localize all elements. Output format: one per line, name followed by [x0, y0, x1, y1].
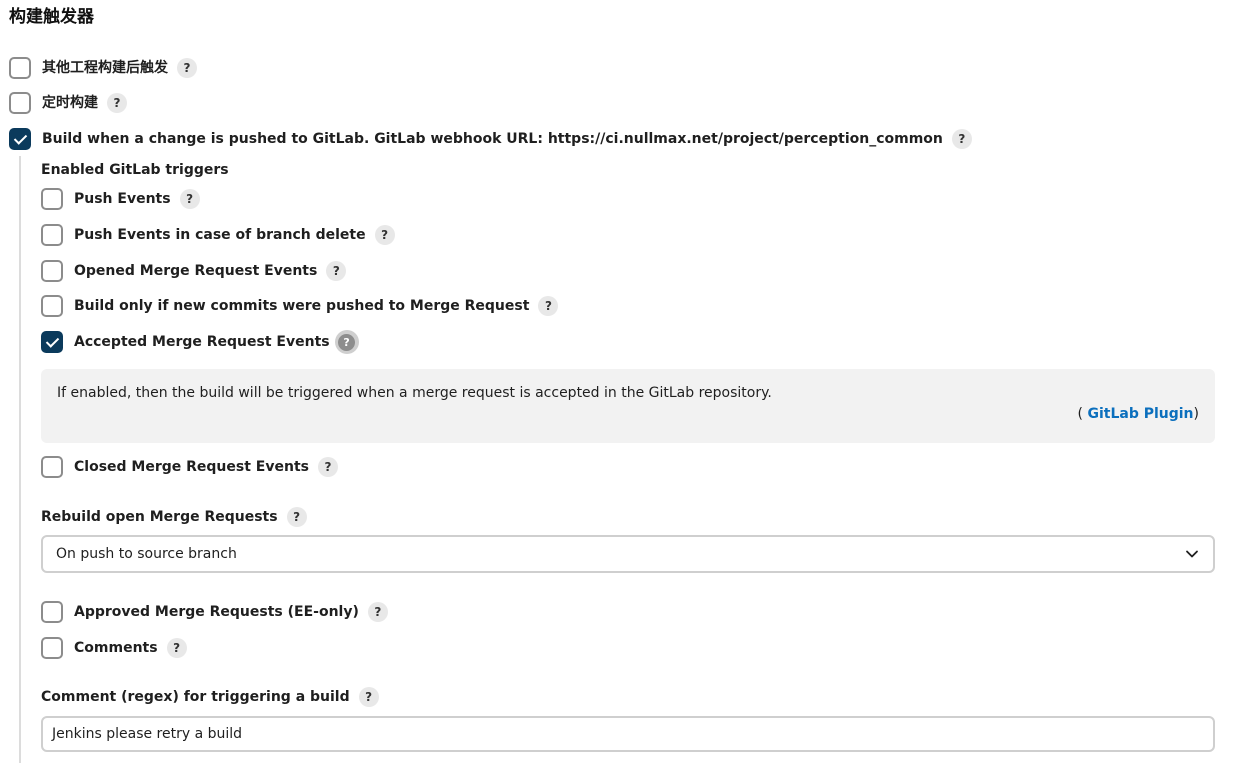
periodic-build-checkbox[interactable] [9, 92, 31, 114]
comments-checkbox[interactable] [41, 637, 63, 659]
approved-mr-label: Approved Merge Requests (EE-only) [74, 604, 359, 620]
rebuild-open-mr-heading: Rebuild open Merge Requests ? [41, 505, 307, 529]
other-project-label: 其他工程构建后触发 [42, 60, 168, 76]
gitlab-trigger-checkbox[interactable] [9, 128, 31, 150]
rebuild-selected-value: On push to source branch [56, 546, 237, 562]
gitlab-plugin-link[interactable]: GitLab Plugin [1087, 406, 1193, 422]
help-source: ( GitLab Plugin) [1078, 406, 1199, 422]
question-mark-icon[interactable]: ? [179, 189, 200, 209]
help-source-close: ) [1193, 406, 1199, 422]
comments-label: Comments [74, 640, 158, 656]
rebuild-open-mr-label: Rebuild open Merge Requests [41, 509, 278, 525]
question-mark-icon[interactable]: ? [367, 602, 388, 622]
push-events-row: Push Events ? [41, 187, 200, 211]
build-new-commits-checkbox[interactable] [41, 295, 63, 317]
question-mark-icon[interactable]: ? [951, 129, 972, 149]
closed-mr-label: Closed Merge Request Events [74, 459, 309, 475]
enabled-gitlab-triggers-heading: Enabled GitLab triggers [41, 162, 229, 178]
gitlab-trigger-label: Build when a change is pushed to GitLab.… [42, 131, 943, 147]
build-new-commits-label: Build only if new commits were pushed to… [74, 298, 530, 314]
opened-mr-checkbox[interactable] [41, 260, 63, 282]
push-events-checkbox[interactable] [41, 188, 63, 210]
question-mark-icon[interactable]: ? [166, 638, 187, 658]
comment-regex-heading: Comment (regex) for triggering a build ? [41, 685, 379, 709]
accepted-mr-row: Accepted Merge Request Events ? [41, 330, 359, 354]
question-mark-icon[interactable]: ? [286, 507, 307, 527]
accepted-mr-label: Accepted Merge Request Events [74, 334, 330, 350]
chevron-down-icon [1186, 550, 1198, 558]
question-mark-icon[interactable]: ? [334, 330, 359, 354]
help-source-open: ( [1077, 406, 1084, 422]
question-mark-icon[interactable]: ? [374, 225, 395, 245]
rebuild-open-mr-select[interactable]: On push to source branch [41, 535, 1215, 573]
push-branch-delete-checkbox[interactable] [41, 224, 63, 246]
trigger-periodic-row: 定时构建 ? [9, 91, 127, 115]
opened-mr-label: Opened Merge Request Events [74, 263, 318, 279]
question-mark-icon[interactable]: ? [358, 687, 379, 707]
accepted-mr-checkbox[interactable] [41, 331, 63, 353]
other-project-checkbox[interactable] [9, 57, 31, 79]
help-text: If enabled, then the build will be trigg… [57, 385, 772, 401]
question-mark-icon[interactable]: ? [177, 58, 197, 78]
comment-regex-label: Comment (regex) for triggering a build [41, 689, 350, 705]
question-mark-icon[interactable]: ? [107, 93, 127, 113]
question-mark-glyph: ? [338, 333, 356, 351]
build-triggers-section: 构建触发器 其他工程构建后触发 ? 定时构建 ? Build when a ch… [0, 0, 1235, 763]
section-title: 构建触发器 [9, 7, 94, 27]
comment-regex-input[interactable]: Jenkins please retry a build [41, 716, 1215, 752]
approved-mr-row: Approved Merge Requests (EE-only) ? [41, 600, 388, 624]
build-new-commits-row: Build only if new commits were pushed to… [41, 294, 559, 318]
closed-mr-row: Closed Merge Request Events ? [41, 455, 338, 479]
question-mark-icon[interactable]: ? [317, 457, 338, 477]
trigger-other-project-row: 其他工程构建后触发 ? [9, 56, 197, 80]
periodic-build-label: 定时构建 [42, 95, 98, 111]
question-mark-icon[interactable]: ? [326, 261, 347, 281]
question-mark-icon[interactable]: ? [538, 296, 559, 316]
approved-mr-checkbox[interactable] [41, 601, 63, 623]
trigger-gitlab-row: Build when a change is pushed to GitLab.… [9, 127, 972, 151]
push-branch-delete-row: Push Events in case of branch delete ? [41, 223, 395, 247]
nested-section-indent-line [19, 156, 21, 763]
push-events-label: Push Events [74, 191, 171, 207]
closed-mr-checkbox[interactable] [41, 456, 63, 478]
comments-row: Comments ? [41, 636, 187, 660]
push-branch-delete-label: Push Events in case of branch delete [74, 227, 366, 243]
accepted-mr-help-panel: If enabled, then the build will be trigg… [41, 369, 1215, 443]
opened-mr-row: Opened Merge Request Events ? [41, 259, 347, 283]
